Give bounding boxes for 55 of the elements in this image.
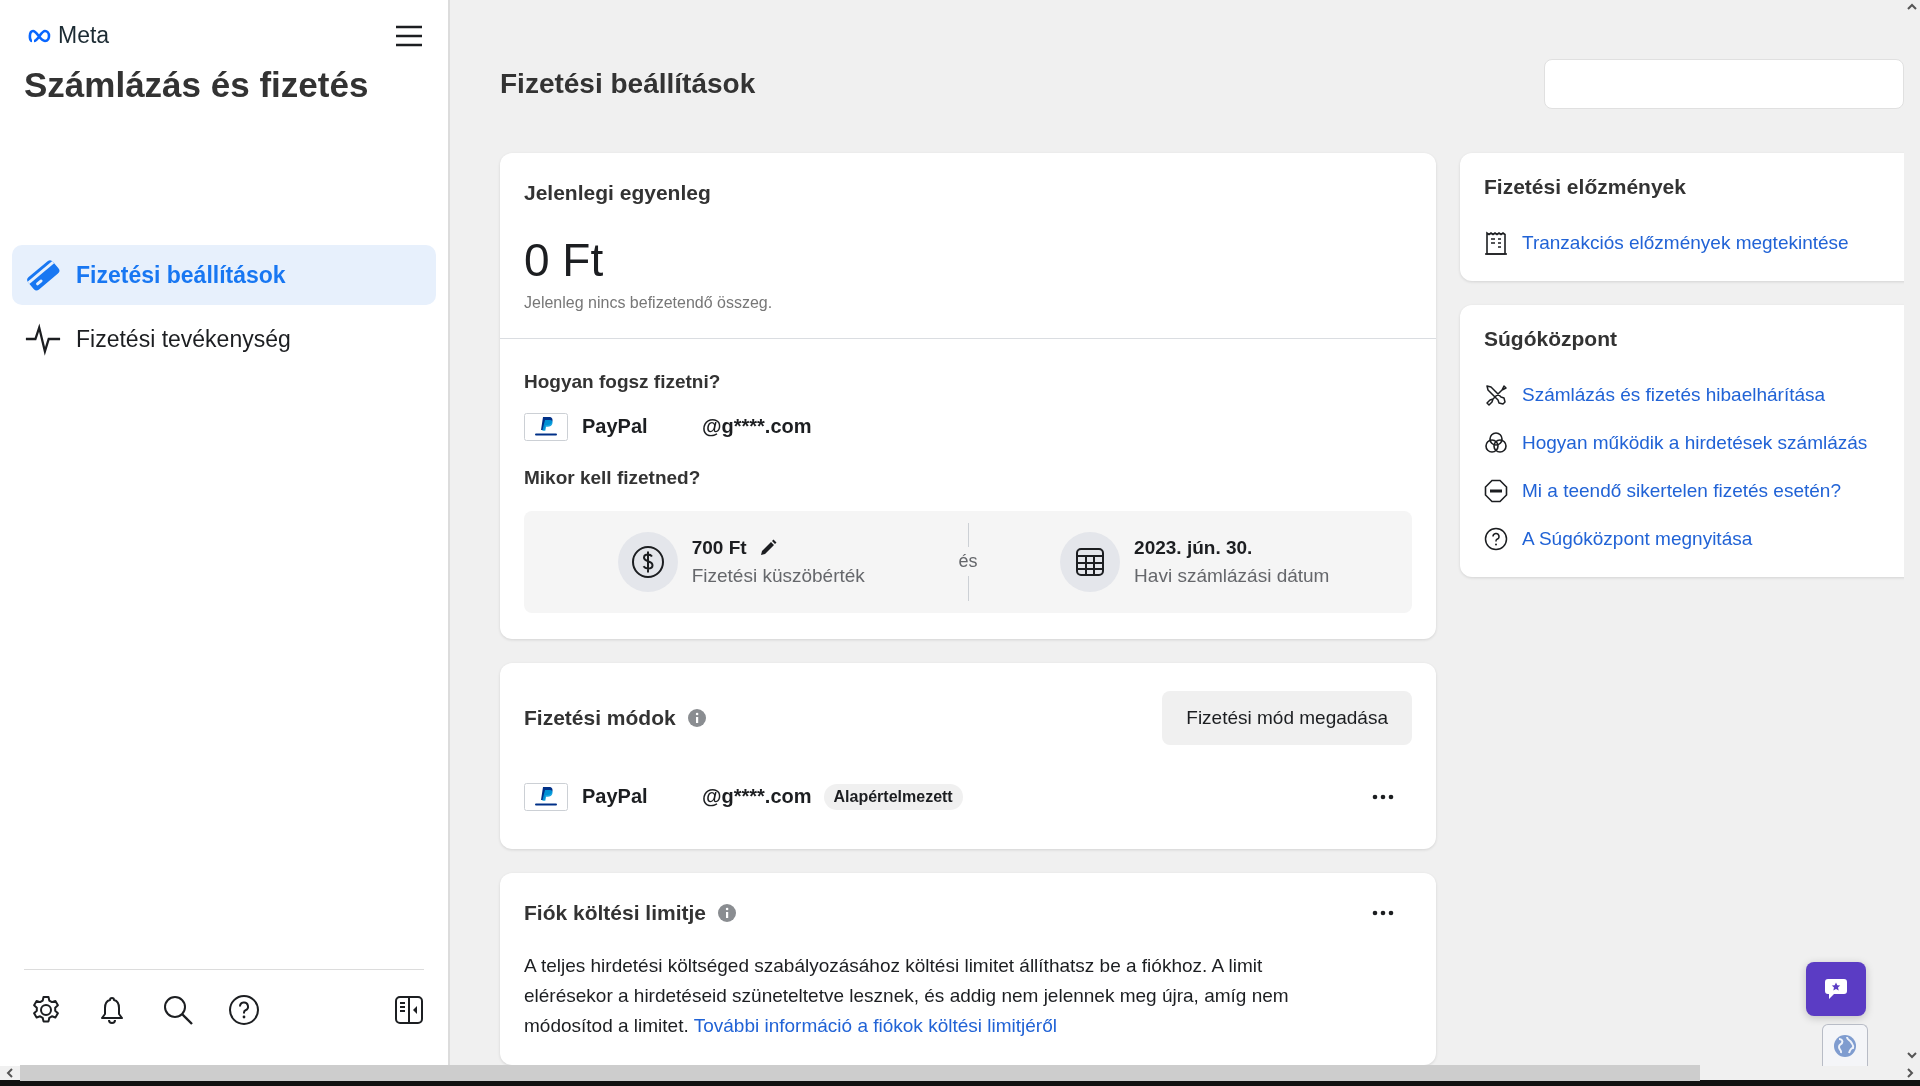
nav-item[interactable]: Fizetési beállítások [12,245,436,305]
tools-icon [1484,383,1508,407]
chevron-left-icon[interactable] [4,1067,16,1079]
panel-collapse-icon[interactable] [394,995,424,1025]
section-title: Mikor kell fizetned? [524,466,702,489]
account-email: @g****.com [702,415,812,439]
threshold-label: Fizetési küszöbérték [691,564,865,587]
payment-method-name: PayPal [582,785,649,809]
chevron-right-icon[interactable] [1904,1067,1916,1079]
add-payment-method-button[interactable]: Fizetési mód megadása [1162,690,1412,745]
help-link[interactable]: Hogyan működik a hirdetések számlázás [1484,419,1896,467]
help-link[interactable]: Mi a teendő sikertelen fizetés esetén? [1484,467,1896,515]
help-icon [1484,527,1508,551]
page-title: Fizetési beállítások [500,68,756,100]
billing-date-label: Havi számlázási dátum [1134,564,1330,587]
overlapping-circles-icon [1484,431,1508,455]
paypal-logo-icon [524,412,568,441]
account-email: @g****.com [702,785,812,809]
joiner-text: és [958,551,978,573]
default-badge: Alapértelmezett [823,783,963,810]
menu-icon[interactable] [394,23,424,48]
billing-date: 2023. jún. 30. [1134,536,1253,559]
section-title: Hogyan fogsz fizetni? [524,370,722,393]
card-title: Fiók költési limitje [524,900,707,925]
learn-more-link[interactable]: További információ a fiókok költési limitjéről [693,1014,1057,1036]
payment-method-name: PayPal [582,415,649,439]
horizontal-scrollbar[interactable] [0,1066,1920,1086]
receipt-icon [1484,231,1508,255]
transaction-history-link[interactable]: Tranzakciós előzmények megtekintése [1484,219,1896,267]
search-field[interactable] [1544,59,1904,109]
help-icon[interactable] [228,994,260,1026]
brand-name: Meta [58,22,110,49]
threshold-amount: 700 Ft [691,536,747,559]
nav-item[interactable]: Fizetési tevékenység [12,309,436,369]
dollar-icon [617,531,678,592]
card-title: Súgóközpont [1484,327,1618,351]
help-link[interactable]: Számlázás és fizetés hibaelhárítása [1484,371,1896,419]
help-link[interactable]: A Súgóközpont megnyitása [1484,515,1896,563]
chat-star-icon [1823,976,1849,1002]
sidebar-title: Számlázás és fizetés [24,65,370,105]
balance-amount: 0 Ft [524,235,605,286]
search-icon[interactable] [162,994,194,1026]
globe-button[interactable] [1822,1024,1868,1066]
card-title: Jelenlegi egyenleg [524,181,712,205]
info-icon[interactable] [718,903,737,922]
feedback-button[interactable] [1806,962,1866,1016]
globe-icon [1833,1033,1857,1058]
card-title: Fizetési módok [524,705,676,730]
blocked-icon [1484,479,1508,503]
card-title: Fizetési előzmények [1484,175,1687,199]
calendar-icon [1060,531,1121,592]
limit-description: A teljes hirdetési költséged szabályozásához költési limitet állíthatsz be a fiókhoz. A limit elérésekor a hirdetéseid szüneteltetve lesznek, és addig nem jelennek meg újra, amíg nem módosítod a limitet. További információ a fiókok költési limitjéről [524,953,1290,1038]
info-icon[interactable] [687,708,706,727]
balance-note: Jelenleg nincs befizetendő összeg. [524,293,774,312]
paypal-logo-icon [524,782,568,811]
